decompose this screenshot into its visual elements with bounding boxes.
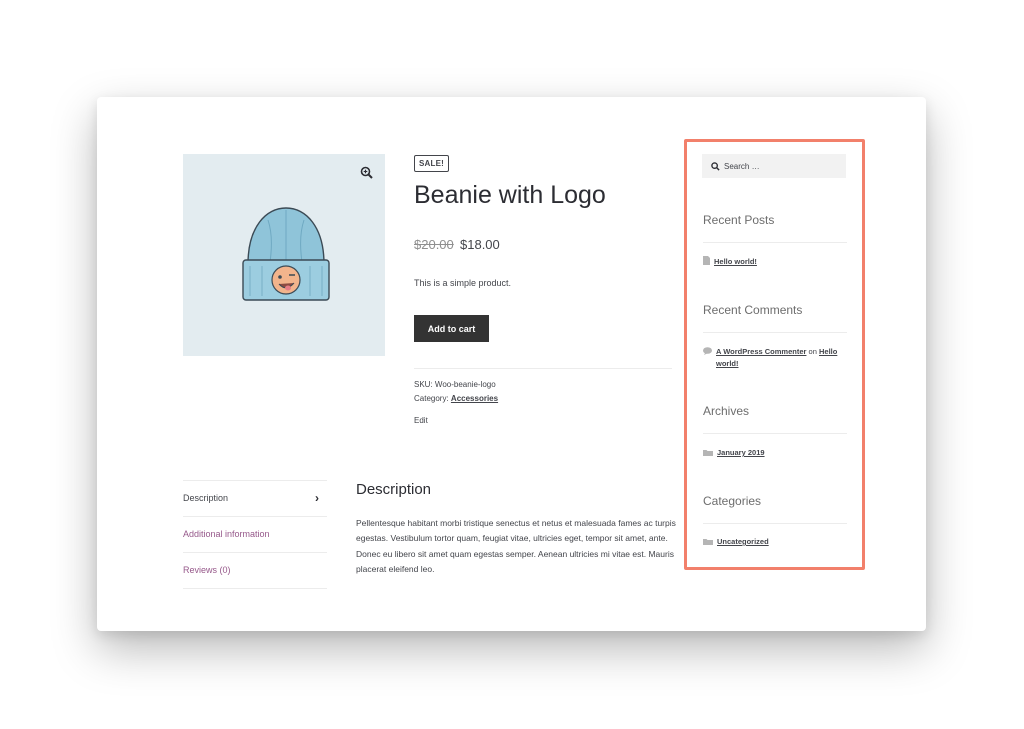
original-price: $20.00 [414,237,454,252]
widget-divider [703,242,847,243]
recent-comment-item: A WordPress Commenter on Hello world! [703,346,847,369]
comment-post-link-cont[interactable]: world! [716,359,739,368]
comment-icon [703,346,712,358]
sku-value: Woo-beanie-logo [434,380,496,389]
archives-title: Archives [703,404,750,418]
category-label: Category: [414,394,449,403]
widget-divider [703,332,847,333]
category-link[interactable]: Accessories [451,394,498,403]
zoom-icon[interactable] [360,166,374,180]
folder-icon [703,537,713,548]
recent-post-link[interactable]: Hello world! [714,257,757,266]
edit-link[interactable]: Edit [414,416,428,425]
comment-post-link[interactable]: Hello [819,347,837,356]
tab-additional-information[interactable]: Additional information [183,516,327,552]
categories-title: Categories [703,494,762,508]
widget-divider [703,523,847,524]
add-to-cart-button[interactable]: Add to cart [414,315,489,342]
archive-link[interactable]: January 2019 [717,448,765,457]
tab-description[interactable]: Description › [183,480,327,516]
search-icon [711,161,720,171]
product-tabs: Description › Additional information Rev… [183,480,327,589]
recent-posts-title: Recent Posts [703,213,775,227]
recent-post-item: Hello world! [703,256,757,268]
archive-item: January 2019 [703,447,765,459]
sale-price: $18.00 [460,237,500,252]
recent-comments-title: Recent Comments [703,303,803,317]
comment-on-text: on [808,347,817,356]
meta-divider [414,368,672,369]
sale-badge: SALE! [414,155,449,172]
chevron-right-icon: › [315,491,319,505]
post-icon [703,256,710,268]
description-heading: Description [356,481,432,498]
short-description: This is a simple product. [414,278,512,288]
folder-icon [703,448,713,459]
comment-author-link[interactable]: A WordPress Commenter [716,347,806,356]
category-line: Category: Accessories [414,394,498,403]
sku-line: SKU: Woo-beanie-logo [414,380,496,389]
search-input[interactable] [724,161,834,171]
product-title: Beanie with Logo [414,181,606,209]
category-item: Uncategorized [703,536,769,548]
beanie-illustration [242,207,330,301]
tab-label: Description [183,493,229,503]
search-form[interactable] [702,154,846,178]
widget-divider [703,433,847,434]
sku-label: SKU: [414,380,433,389]
tab-reviews[interactable]: Reviews (0) [183,552,327,589]
description-text: Pellentesque habitant morbi tristique se… [356,518,676,574]
category-widget-link[interactable]: Uncategorized [717,537,769,546]
